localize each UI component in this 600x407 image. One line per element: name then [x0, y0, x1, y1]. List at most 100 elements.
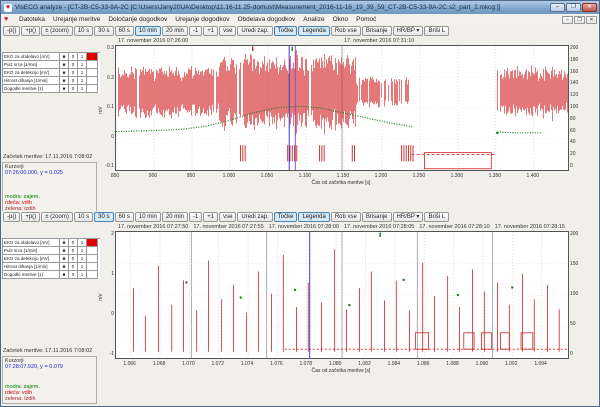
menu-item-5[interactable]: Obdelava dogodkov [233, 15, 299, 24]
signal-axis-cell[interactable]: 0 [69, 85, 78, 93]
toolbar-button-20-min[interactable]: 20 min [162, 26, 188, 36]
signal-axis-cell[interactable]: 0 [69, 255, 78, 263]
signal-visible-cell[interactable]: 1 [78, 61, 87, 69]
signal-visible-cell[interactable]: 1 [78, 247, 87, 255]
signal-axis-cell[interactable]: 0 [69, 247, 78, 255]
signal-axis-cell[interactable]: 0 [69, 53, 78, 61]
signal-visible-cell[interactable]: 1 [78, 53, 87, 61]
signal-visible-cell[interactable]: 1 [78, 271, 87, 279]
table-row[interactable]: EKG za obdelavo [mV]■01 [3, 53, 100, 61]
minimize-icon[interactable]: – [550, 3, 565, 12]
table-row[interactable]: EKG za obdelavo [mV]■01 [3, 239, 100, 247]
toolbar-button-to-ke[interactable]: Točke [274, 212, 298, 222]
signal-checkbox[interactable]: ■ [60, 255, 69, 263]
signal-color-swatch[interactable] [87, 69, 98, 77]
toolbar-button-p[interactable]: -p() [3, 26, 20, 36]
table-row[interactable]: Dogodki meritve [1]■01 [3, 85, 100, 93]
mdi-close-icon[interactable]: ✕ [586, 16, 597, 24]
toolbar-button-zoom[interactable]: ± (zoom) [41, 26, 73, 36]
toolbar-button-1[interactable]: -1 [189, 26, 202, 36]
table-row[interactable]: Hitrost dihanja [1/min]■01 [3, 263, 100, 271]
toolbar-button-10-min[interactable]: 10 min [135, 26, 161, 36]
toolbar-button-10-s[interactable]: 10 s [74, 212, 93, 222]
toolbar-button-1[interactable]: +1 [203, 212, 218, 222]
menu-item-1[interactable]: Datoteka [15, 15, 49, 24]
signal-checkbox[interactable]: ■ [60, 69, 69, 77]
signal-visible-cell[interactable]: 1 [78, 255, 87, 263]
maximize-icon[interactable]: ❐ [566, 3, 581, 12]
toolbar-button-brisanje[interactable]: Brisanje [362, 212, 392, 222]
close-icon[interactable]: ✕ [582, 3, 597, 12]
toolbar-button-20-min[interactable]: 20 min [162, 212, 188, 222]
toolbar-button-brisanje[interactable]: Brisanje [362, 26, 392, 36]
toolbar-button-10-min[interactable]: 10 min [135, 212, 161, 222]
toolbar-button-uredi-zap[interactable]: Uredi zap. [237, 212, 272, 222]
signal-checkbox[interactable]: ■ [60, 77, 69, 85]
signal-checkbox[interactable]: ■ [60, 263, 69, 271]
toolbar-button-p[interactable]: -p() [3, 212, 20, 222]
signal-color-swatch[interactable] [87, 263, 98, 271]
toolbar-button-hr-bp[interactable]: HR/BP ▾ [393, 26, 424, 36]
toolbar-button-bri-i-l[interactable]: Briši L [424, 212, 449, 222]
toolbar-button-rob-vse[interactable]: Rob vse [331, 212, 361, 222]
toolbar-button-60-s[interactable]: 60 s [115, 212, 134, 222]
signal-checkbox[interactable]: ■ [60, 61, 69, 69]
signal-color-swatch[interactable] [87, 85, 98, 93]
signal-color-swatch[interactable] [87, 247, 98, 255]
signal-visible-cell[interactable]: 1 [78, 85, 87, 93]
menu-item-7[interactable]: Okno [329, 15, 353, 24]
signal-checkbox[interactable]: ■ [60, 239, 69, 247]
signal-axis-cell[interactable]: 0 [69, 263, 78, 271]
toolbar-button-60-s[interactable]: 60 s [115, 26, 134, 36]
menu-item-2[interactable]: Urejanje meritve [49, 15, 104, 24]
mdi-restore-icon[interactable]: ❐ [574, 16, 585, 24]
toolbar-button-p[interactable]: +p() [21, 26, 40, 36]
toolbar-button-hr-bp[interactable]: HR/BP ▾ [393, 212, 424, 222]
toolbar-button-rob-vse[interactable]: Rob vse [331, 26, 361, 36]
plot-region[interactable] [115, 45, 569, 171]
signal-axis-cell[interactable]: 0 [69, 271, 78, 279]
signal-checkbox[interactable]: ■ [60, 271, 69, 279]
signal-checkbox[interactable]: ■ [60, 53, 69, 61]
toolbar-button-vse[interactable]: vse [219, 212, 236, 222]
menu-item-3[interactable]: Določanje dogodkov [104, 15, 171, 24]
signal-color-swatch[interactable] [87, 271, 98, 279]
table-row[interactable]: Hitrost dihanja [1/min]■01 [3, 77, 100, 85]
menu-item-8[interactable]: Pomoč [352, 15, 380, 24]
signal-visible-cell[interactable]: 1 [78, 77, 87, 85]
menu-item-4[interactable]: Urejanje dogodkov [171, 15, 233, 24]
toolbar-button-1[interactable]: -1 [189, 212, 202, 222]
toolbar-button-zoom[interactable]: ± (zoom) [41, 212, 73, 222]
toolbar-button-legenda[interactable]: Legenda [298, 212, 329, 222]
signal-visible-cell[interactable]: 1 [78, 263, 87, 271]
table-row[interactable]: EKG za detekcijo [mV]■01 [3, 255, 100, 263]
table-row[interactable]: EKG za detekcijo [mV]■01 [3, 69, 100, 77]
toolbar-button-bri-i-l[interactable]: Briši L [424, 26, 449, 36]
table-row[interactable]: Pulz srca [1/min]■01 [3, 247, 100, 255]
signal-checkbox[interactable]: ■ [60, 85, 69, 93]
toolbar-button-30-s[interactable]: 30 s [94, 26, 113, 36]
toolbar-button-p[interactable]: +p() [21, 212, 40, 222]
toolbar-button-1[interactable]: +1 [203, 26, 218, 36]
toolbar-button-to-ke[interactable]: Točke [274, 26, 298, 36]
title-bar[interactable]: ♥ VisECG analyze - [CT-2B-C5-33-9A-2C [C… [1, 1, 599, 14]
toolbar-button-legenda[interactable]: Legenda [298, 26, 329, 36]
signal-axis-cell[interactable]: 0 [69, 77, 78, 85]
mdi-minimize-icon[interactable]: – [562, 16, 573, 24]
signal-color-swatch[interactable] [87, 53, 98, 61]
toolbar-button-vse[interactable]: vse [219, 26, 236, 36]
signal-color-swatch[interactable] [87, 77, 98, 85]
signal-axis-cell[interactable]: 0 [69, 61, 78, 69]
table-row[interactable]: Dogodki meritve [1]■01 [3, 271, 100, 279]
signal-axis-cell[interactable]: 0 [69, 239, 78, 247]
table-row[interactable]: Pulz srca [1/min]■01 [3, 61, 100, 69]
signal-checkbox[interactable]: ■ [60, 247, 69, 255]
signal-axis-cell[interactable]: 0 [69, 69, 78, 77]
signal-visible-cell[interactable]: 1 [78, 239, 87, 247]
toolbar-button-uredi-zap[interactable]: Uredi zap. [237, 26, 272, 36]
signal-color-swatch[interactable] [87, 61, 98, 69]
toolbar-button-10-s[interactable]: 10 s [74, 26, 93, 36]
signal-color-swatch[interactable] [87, 239, 98, 247]
toolbar-button-30-s[interactable]: 30 s [94, 212, 113, 222]
menu-item-6[interactable]: Analize [299, 15, 328, 24]
